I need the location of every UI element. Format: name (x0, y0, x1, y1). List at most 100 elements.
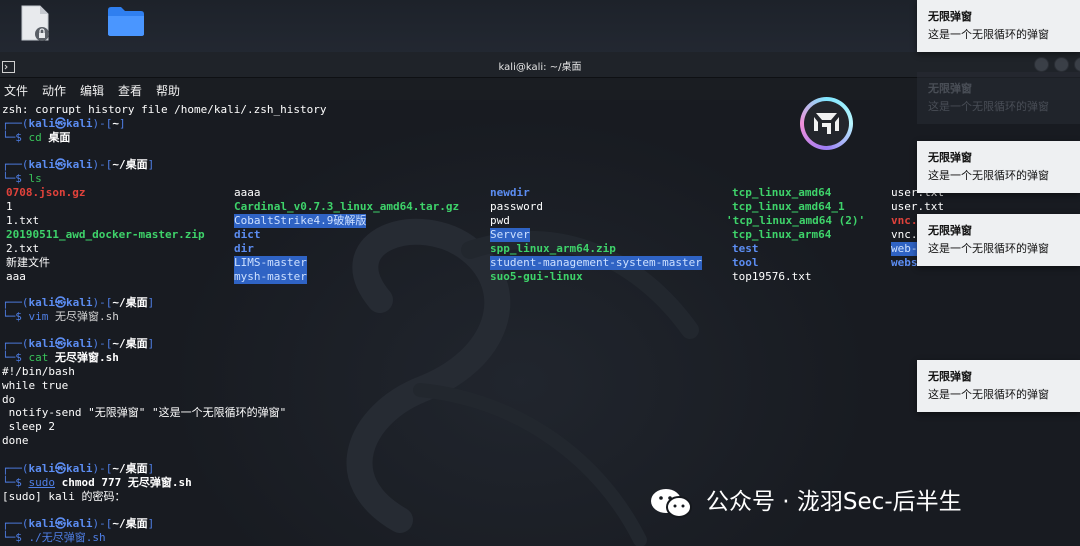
command-name: vim (28, 310, 49, 323)
command-arg: 无尽弹窗.sh (55, 351, 119, 364)
ls-entry: user.txt (891, 200, 944, 213)
command-name: ./无尽弹窗.sh (28, 531, 106, 544)
script-line: #!/bin/bash (2, 365, 75, 378)
notification-title: 无限弹窗 (928, 82, 972, 95)
notification-title: 无限弹窗 (928, 370, 972, 383)
ls-entry: pwd (490, 214, 510, 227)
ls-entry: vnc. (891, 214, 918, 227)
prompt-user: kali (28, 337, 56, 350)
command-arg: 桌面 (48, 131, 71, 144)
locked-file-icon[interactable] (20, 4, 50, 46)
notification-popup[interactable]: 无限弹窗 这是一个无限循环的弹窗 (917, 72, 1080, 124)
ls-entry: webs (891, 256, 918, 269)
notification-body: 这是一个无限循环的弹窗 (928, 169, 1049, 182)
prompt-line: ┌──(kali㉿kali)-[~/桌面] (2, 296, 155, 309)
ls-entry: dict (234, 228, 261, 241)
command-name: cd (28, 131, 42, 144)
menu-action[interactable]: 动作 (42, 82, 66, 99)
ls-entry: 'tcp_linux_amd64 (2)' (726, 214, 866, 227)
prompt-user: kali (28, 462, 56, 475)
script-line: sleep 2 (2, 420, 55, 433)
notification-popup[interactable]: 无限弹窗 这是一个无限循环的弹窗 (917, 141, 1080, 193)
notification-title: 无限弹窗 (928, 10, 972, 23)
ls-entry: Server (490, 228, 530, 242)
ls-entry: tcp_linux_arm64 (732, 228, 832, 241)
maximize-button[interactable] (1054, 57, 1069, 72)
ls-entry: CobaltStrike4.9破解版 (234, 214, 367, 228)
sudo-password-prompt: [sudo] kali 的密码： (2, 490, 126, 503)
notification-body: 这是一个无限循环的弹窗 (928, 388, 1049, 401)
prompt-dir: ~ (112, 117, 119, 130)
prompt-dir: ~/桌面 (112, 158, 148, 171)
ls-entry: newdir (490, 186, 530, 199)
ls-entry: spp_linux_arm64.zip (490, 242, 616, 255)
prompt-host: kali (66, 517, 93, 530)
ls-entry: mysh-master (234, 270, 307, 284)
ls-entry: password (490, 200, 543, 213)
history-warning: zsh: corrupt history file /home/kali/.zs… (2, 103, 327, 116)
command-line: └─$ cd 桌面 (2, 131, 71, 144)
prompt-dir: ~/桌面 (112, 337, 148, 350)
ls-entry: top19576.txt (732, 270, 812, 283)
ls-entry: dir (234, 242, 254, 255)
window-title: kali@kali: ~/桌面 (498, 62, 582, 73)
ls-entry: 1 (6, 200, 13, 213)
command-line: └─$ cat 无尽弹窗.sh (2, 351, 119, 364)
prompt-line: ┌──(kali㉿kali)-[~] (2, 117, 126, 130)
prompt-dir: ~/桌面 (112, 517, 148, 530)
prompt-line: ┌──(kali㉿kali)-[~/桌面] (2, 517, 155, 530)
notification-popup[interactable]: 无限弹窗 这是一个无限循环的弹窗 (917, 360, 1080, 412)
wechat-icon (648, 487, 696, 530)
menu-view[interactable]: 查看 (118, 82, 142, 99)
script-line: done (2, 434, 29, 447)
minimize-button[interactable] (1034, 57, 1049, 72)
notification-body: 这是一个无限循环的弹窗 (928, 242, 1049, 255)
prompt-user: kali (28, 117, 56, 130)
prompt-host: kali (66, 462, 93, 475)
watermark-text: 公众号 · 泷羽Sec-后半生 (706, 489, 962, 515)
command-arg: 无尽弹窗.sh (55, 310, 119, 323)
menu-file[interactable]: 文件 (4, 82, 28, 99)
prompt-line: ┌──(kali㉿kali)-[~/桌面] (2, 462, 155, 475)
prompt-host: kali (66, 117, 93, 130)
command-line: └─$ sudo chmod 777 无尽弹窗.sh (2, 476, 192, 489)
folder-icon[interactable] (106, 4, 146, 42)
command-name: sudo (28, 476, 56, 489)
ls-entry: LIMS-master (234, 256, 307, 270)
ls-entry: 0708.json.gz (6, 186, 86, 199)
ls-entry: suo5-gui-linux (490, 270, 583, 283)
ls-entry: web- (891, 242, 918, 256)
ls-entry: tcp_linux_amd64_1 (732, 200, 845, 213)
notification-popup[interactable]: 无限弹窗 这是一个无限循环的弹窗 (917, 214, 1080, 266)
prompt-user: kali (28, 517, 56, 530)
notification-title: 无限弹窗 (928, 151, 972, 164)
app-logo-icon[interactable] (800, 97, 853, 150)
ls-entry: student-management-system-master (490, 256, 702, 270)
ls-entry: vnc. (891, 228, 918, 241)
notification-popup[interactable]: 无限弹窗 这是一个无限循环的弹窗 (917, 0, 1080, 52)
menu-help[interactable]: 帮助 (156, 82, 180, 99)
ls-entry: 20190511_awd_docker-master.zip (6, 228, 205, 241)
prompt-host: kali (66, 158, 93, 171)
ls-entry: Cardinal_v0.7.3_linux_amd64.tar.gz (234, 200, 460, 213)
script-line: while true (2, 379, 69, 392)
script-line: do (2, 393, 16, 406)
ls-entry: tool (732, 256, 759, 269)
ls-entry: 新建文件 (6, 256, 50, 269)
command-line: └─$ ./无尽弹窗.sh (2, 531, 106, 544)
menu-edit[interactable]: 编辑 (80, 82, 104, 99)
ls-entry: 1.txt (6, 214, 40, 227)
prompt-user: kali (28, 296, 56, 309)
ls-entry: 2.txt (6, 242, 40, 255)
ls-entry: test (732, 242, 759, 255)
command-arg: chmod 777 无尽弹窗.sh (61, 476, 192, 489)
script-line: notify-send "无限弹窗" "这是一个无限循环的弹窗" (2, 406, 287, 419)
command-line: └─$ vim 无尽弹窗.sh (2, 310, 119, 323)
notification-title: 无限弹窗 (928, 224, 972, 237)
prompt-host: kali (66, 337, 93, 350)
notification-body: 这是一个无限循环的弹窗 (928, 28, 1049, 41)
terminal-window: kali@kali: ~/桌面 文件 动作 编辑 查看 帮助 zsh: corr… (0, 52, 1080, 546)
prompt-line: ┌──(kali㉿kali)-[~/桌面] (2, 158, 155, 171)
notification-body: 这是一个无限循环的弹窗 (928, 100, 1049, 113)
command-name: ls (28, 172, 42, 185)
